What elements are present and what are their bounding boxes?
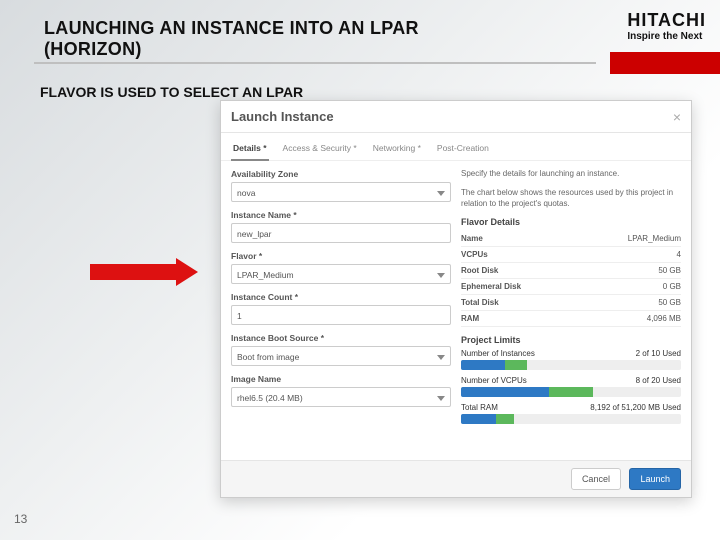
slide-title-block: LAUNCHING AN INSTANCE INTO AN LPAR (HORI… xyxy=(44,18,484,59)
description-line-1: Specify the details for launching an ins… xyxy=(461,169,681,180)
cell-value: 50 GB xyxy=(578,295,681,311)
project-limits-title: Project Limits xyxy=(461,335,681,345)
label-instance-name: Instance Name * xyxy=(231,210,451,220)
label-flavor: Flavor * xyxy=(231,251,451,261)
cell-value: 4,096 MB xyxy=(578,311,681,327)
quota-bar-vcpus xyxy=(461,387,681,397)
title-underline xyxy=(34,62,596,64)
cell-label: Name xyxy=(461,231,578,247)
launch-button[interactable]: Launch xyxy=(629,468,681,490)
page-number: 13 xyxy=(14,512,27,526)
field-availability-zone: Availability Zone nova xyxy=(231,169,451,202)
modal-body: Availability Zone nova Instance Name * n… xyxy=(221,161,691,434)
modal-header: Launch Instance × xyxy=(221,101,691,133)
quota-section: Number of Instances 2 of 10 Used Number … xyxy=(461,349,681,424)
description-line-2: The chart below shows the resources used… xyxy=(461,188,681,210)
tab-networking[interactable]: Networking * xyxy=(371,139,423,160)
cell-value: 4 xyxy=(578,247,681,263)
brand-block: HITACHI Inspire the Next xyxy=(627,10,706,42)
field-instance-count: Instance Count * 1 xyxy=(231,292,451,325)
quota-instances: Number of Instances 2 of 10 Used xyxy=(461,349,681,370)
table-row: Total Disk50 GB xyxy=(461,295,681,311)
input-instance-count[interactable]: 1 xyxy=(231,305,451,325)
label-availability-zone: Availability Zone xyxy=(231,169,451,179)
quota-bar-ram xyxy=(461,414,681,424)
bar-adding xyxy=(505,360,527,370)
table-row: NameLPAR_Medium xyxy=(461,231,681,247)
cell-label: Total Disk xyxy=(461,295,578,311)
bar-used xyxy=(461,414,496,424)
tab-details[interactable]: Details * xyxy=(231,139,269,161)
quota-ram: Total RAM 8,192 of 51,200 MB Used xyxy=(461,403,681,424)
select-flavor[interactable]: LPAR_Medium xyxy=(231,264,451,284)
modal-title: Launch Instance xyxy=(231,109,681,124)
close-icon[interactable]: × xyxy=(673,109,681,125)
info-column: Specify the details for launching an ins… xyxy=(461,169,681,430)
select-availability-zone[interactable]: nova xyxy=(231,182,451,202)
label-instance-count: Instance Count * xyxy=(231,292,451,302)
launch-instance-modal: Launch Instance × Details * Access & Sec… xyxy=(220,100,692,498)
field-boot-source: Instance Boot Source * Boot from image xyxy=(231,333,451,366)
cell-label: Root Disk xyxy=(461,263,578,279)
field-image-name: Image Name rhel6.5 (20.4 MB) xyxy=(231,374,451,407)
quota-label: Number of Instances xyxy=(461,349,535,358)
table-row: VCPUs4 xyxy=(461,247,681,263)
callout-arrow xyxy=(90,258,210,286)
quota-label: Total RAM xyxy=(461,403,498,412)
quota-label: Number of VCPUs xyxy=(461,376,527,385)
select-boot-source[interactable]: Boot from image xyxy=(231,346,451,366)
cell-value: 0 GB xyxy=(578,279,681,295)
slide-title: LAUNCHING AN INSTANCE INTO AN LPAR (HORI… xyxy=(44,18,484,59)
bar-adding xyxy=(549,387,593,397)
quota-bar-instances xyxy=(461,360,681,370)
field-flavor: Flavor * LPAR_Medium xyxy=(231,251,451,284)
brand-tagline: Inspire the Next xyxy=(627,31,706,42)
cell-label: RAM xyxy=(461,311,578,327)
cell-value: LPAR_Medium xyxy=(578,231,681,247)
label-image-name: Image Name xyxy=(231,374,451,384)
bar-used xyxy=(461,387,549,397)
arrow-shaft xyxy=(90,264,176,280)
modal-tabs: Details * Access & Security * Networking… xyxy=(221,133,691,161)
input-instance-name[interactable]: new_lpar xyxy=(231,223,451,243)
select-image-name[interactable]: rhel6.5 (20.4 MB) xyxy=(231,387,451,407)
bar-adding xyxy=(496,414,514,424)
modal-footer: Cancel Launch xyxy=(221,460,691,497)
cell-value: 50 GB xyxy=(578,263,681,279)
flavor-details-table: NameLPAR_Medium VCPUs4 Root Disk50 GB Ep… xyxy=(461,231,681,327)
slide-subtitle: FLAVOR IS USED TO SELECT AN LPAR xyxy=(40,84,303,100)
tab-post-creation[interactable]: Post-Creation xyxy=(435,139,491,160)
quota-value: 8,192 of 51,200 MB Used xyxy=(590,403,681,412)
field-instance-name: Instance Name * new_lpar xyxy=(231,210,451,243)
table-row: RAM4,096 MB xyxy=(461,311,681,327)
arrow-head-icon xyxy=(176,258,198,286)
quota-vcpus: Number of VCPUs 8 of 20 Used xyxy=(461,376,681,397)
bar-used xyxy=(461,360,505,370)
brand-logo: HITACHI xyxy=(627,10,706,31)
tab-access-security[interactable]: Access & Security * xyxy=(281,139,359,160)
label-boot-source: Instance Boot Source * xyxy=(231,333,451,343)
table-row: Ephemeral Disk0 GB xyxy=(461,279,681,295)
form-column: Availability Zone nova Instance Name * n… xyxy=(231,169,451,430)
brand-red-bar xyxy=(610,52,720,74)
cell-label: VCPUs xyxy=(461,247,578,263)
table-row: Root Disk50 GB xyxy=(461,263,681,279)
flavor-details-title: Flavor Details xyxy=(461,217,681,227)
cell-label: Ephemeral Disk xyxy=(461,279,578,295)
cancel-button[interactable]: Cancel xyxy=(571,468,621,490)
quota-value: 2 of 10 Used xyxy=(636,349,681,358)
quota-value: 8 of 20 Used xyxy=(636,376,681,385)
